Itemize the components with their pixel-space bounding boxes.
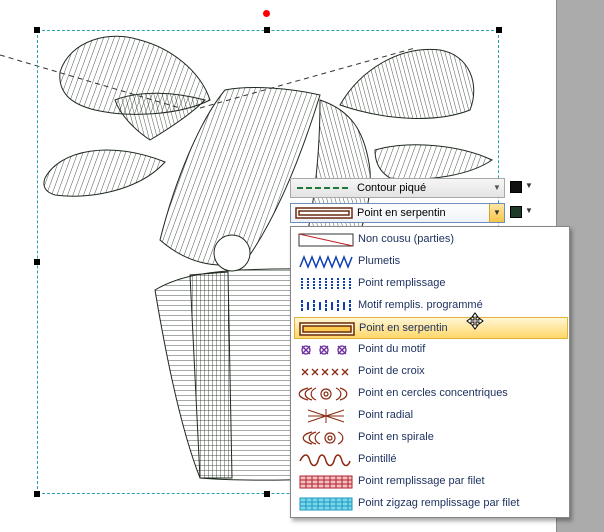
fill-color-button[interactable]: ▼ <box>508 203 536 223</box>
serpentine-swatch-icon <box>299 322 355 336</box>
chevron-down-icon: ▼ <box>525 206 533 215</box>
list-item[interactable]: Point en spirale <box>294 427 568 449</box>
zigzag-net-fill-swatch-icon <box>299 497 353 511</box>
programmed-fill-swatch-icon <box>301 300 351 312</box>
cross-stitch-swatch-icon <box>301 368 349 376</box>
plumetis-zigzag-swatch-icon <box>299 255 353 269</box>
chevron-down-icon[interactable]: ▼ <box>489 204 504 222</box>
list-item-label: Pointillé <box>358 453 397 465</box>
move-cursor-icon <box>466 312 484 330</box>
list-item-label: Point en serpentin <box>359 322 448 334</box>
resize-handle-w[interactable] <box>34 259 40 265</box>
concentric-circles-swatch-icon <box>298 387 348 401</box>
outline-color-button[interactable]: ▼ <box>508 178 536 198</box>
list-item-label: Point remplissage <box>358 277 446 289</box>
fill-type-dropdown: Non cousu (parties) Plumetis Point rempl… <box>290 226 570 518</box>
outline-type-label: Contour piqué <box>357 182 427 194</box>
net-fill-swatch-icon <box>299 475 353 489</box>
fill-type-combo[interactable]: Point en serpentin ▼ <box>290 203 505 223</box>
list-item-label: Point de croix <box>358 365 425 377</box>
list-item-label: Point du motif <box>358 343 426 355</box>
list-item[interactable]: Motif remplis. programmé <box>294 295 568 317</box>
motif-stitch-swatch-icon <box>301 345 347 355</box>
list-item[interactable]: Plumetis <box>294 251 568 273</box>
list-item-label: Motif remplis. programmé <box>358 299 483 311</box>
chevron-down-icon: ▼ <box>525 181 533 190</box>
resize-handle-s[interactable] <box>264 491 270 497</box>
list-item-label: Plumetis <box>358 255 401 267</box>
rotation-handle[interactable] <box>263 10 270 17</box>
spiral-stitch-swatch-icon <box>302 431 344 445</box>
list-item-label: Point en cercles concentriques <box>358 387 508 399</box>
list-item[interactable]: Non cousu (parties) <box>294 229 568 251</box>
chevron-down-icon[interactable]: ▼ <box>490 179 504 197</box>
outline-color-swatch <box>510 181 522 193</box>
fill-type-label: Point en serpentin <box>357 207 446 219</box>
list-item[interactable]: Point de croix <box>294 361 568 383</box>
radial-stitch-swatch-icon <box>307 409 345 423</box>
list-item-label: Non cousu (parties) <box>358 233 454 245</box>
list-item-label: Point remplissage par filet <box>358 475 485 487</box>
resize-handle-ne[interactable] <box>496 27 502 33</box>
list-item-label: Point zigzag remplissage par filet <box>358 497 520 509</box>
list-item-selected[interactable]: Point en serpentin <box>294 317 568 339</box>
resize-handle-n[interactable] <box>264 27 270 33</box>
list-item[interactable]: Point remplissage <box>294 273 568 295</box>
serpentine-swatch-icon <box>295 207 353 219</box>
no-stitch-swatch-icon <box>298 233 354 247</box>
list-item-label: Point en spirale <box>358 431 434 443</box>
outline-type-combo[interactable]: Contour piqué ▼ <box>290 178 505 198</box>
list-item-label: Point radial <box>358 409 414 421</box>
list-item[interactable]: Point en cercles concentriques <box>294 383 568 405</box>
fill-color-swatch <box>510 206 522 218</box>
list-item[interactable]: Point remplissage par filet <box>294 471 568 493</box>
list-item[interactable]: Pointillé <box>294 449 568 471</box>
fill-stitch-swatch-icon <box>301 278 351 290</box>
list-item[interactable]: Point radial <box>294 405 568 427</box>
list-item[interactable]: Point zigzag remplissage par filet <box>294 493 568 515</box>
resize-handle-nw[interactable] <box>34 27 40 33</box>
resize-handle-sw[interactable] <box>34 491 40 497</box>
dashed-green-line-icon <box>297 187 351 189</box>
stippling-swatch-icon <box>299 454 351 467</box>
list-item[interactable]: Point du motif <box>294 339 568 361</box>
